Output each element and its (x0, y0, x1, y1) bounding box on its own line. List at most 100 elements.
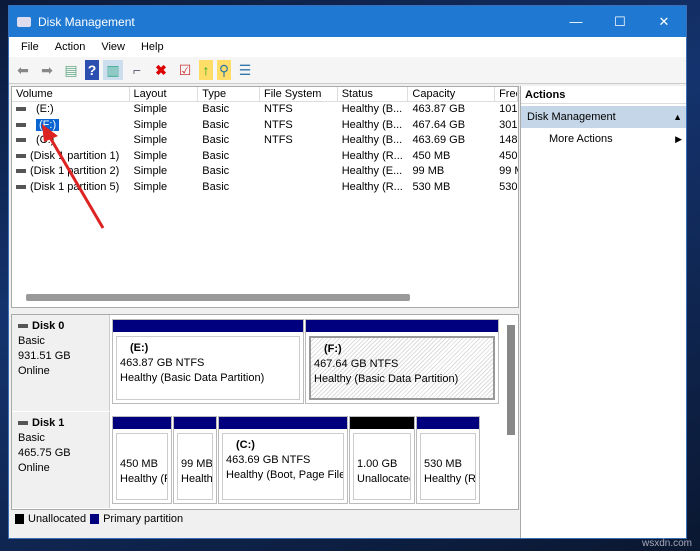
partition-block[interactable]: (F:) 467.64 GB NTFS Healthy (Basic Data Pa… (305, 319, 499, 404)
cell-file-system: NTFS (264, 103, 293, 115)
show-action-pane-icon[interactable]: ▥ (103, 60, 123, 80)
column-file-system[interactable]: File System (260, 87, 338, 101)
column-free[interactable]: Free (495, 87, 518, 101)
vertical-scrollbar[interactable] (507, 325, 515, 435)
actions-disk-management[interactable]: Disk Management ▲ (521, 106, 686, 128)
menu-bar: File Action View Help (9, 37, 686, 57)
column-layout[interactable]: Layout (130, 87, 199, 101)
partition-bar (113, 320, 303, 332)
table-row[interactable]: (Disk 1 partition 2) Simple Basic Healthy (… (12, 164, 518, 180)
disk-type: Basic (18, 335, 45, 347)
column-volume[interactable]: Volume (12, 87, 130, 101)
table-row[interactable]: (C:) Simple Basic NTFS Healthy (B... 463.69 G… (12, 133, 518, 149)
cell-capacity: 530 MB (412, 180, 451, 193)
partition-block[interactable]: (C:) 463.69 GB NTFS Healthy (Boot, Page Fi… (218, 416, 348, 504)
column-status[interactable]: Status (338, 87, 409, 101)
cell-volume: (Disk 1 partition 1) (12, 149, 130, 165)
column-capacity[interactable]: Capacity (408, 87, 496, 101)
more-actions[interactable]: More Actions ▶ (521, 128, 686, 150)
chevron-right-icon: ▶ (675, 134, 682, 144)
table-row[interactable]: (E:) Simple Basic NTFS Healthy (B... 463.87 G… (12, 102, 518, 118)
disk-1-label[interactable]: Disk 1 Basic 465.75 GB Online (12, 412, 110, 508)
volume-icon (16, 122, 26, 127)
cell-file-system: NTFS (264, 134, 293, 146)
cell-type: Basic (202, 180, 230, 193)
list-view-icon[interactable]: ☰ (235, 60, 255, 80)
volume-name: (E:) (36, 103, 54, 115)
cell-free: 99 M (499, 165, 518, 177)
disk-icon (18, 421, 28, 426)
partition-bar (306, 320, 498, 332)
partition-block[interactable]: 99 MB Health (173, 416, 217, 504)
minimize-button[interactable]: — (554, 6, 598, 37)
back-icon[interactable]: ⬅ (13, 60, 33, 80)
disk-size: 931.51 GB (18, 350, 71, 362)
volume-name: (F:) (36, 118, 60, 131)
disk-size: 465.75 GB (18, 447, 71, 459)
disk-management-icon (17, 16, 31, 27)
partition-block[interactable]: (E:) 463.87 GB NTFS Healthy (Basic Data Pa… (112, 319, 304, 404)
disk-map: Disk 0 Basic 931.51 GB Online Disk 1 Bas… (11, 314, 519, 510)
disk-0-label[interactable]: Disk 0 Basic 931.51 GB Online (12, 315, 110, 411)
more-actions-label: More Actions (549, 133, 613, 145)
cell-status: Healthy (B... (341, 103, 403, 115)
partition-bar (219, 417, 347, 429)
partition-label (357, 442, 407, 457)
partition-info: 530 MB Healthy (R (420, 433, 476, 500)
partition-bar (417, 417, 479, 429)
actions-title: Actions (521, 86, 686, 104)
properties-icon[interactable]: ☑ (175, 60, 195, 80)
partition-info: (F:) 467.64 GB NTFS Healthy (Basic Data Pa… (309, 336, 495, 400)
disk-status: Online (18, 365, 50, 377)
table-row[interactable]: (Disk 1 partition 1) Simple Basic Healthy (… (12, 149, 518, 165)
cell-file-system (260, 164, 338, 180)
menu-view[interactable]: View (93, 41, 133, 53)
horizontal-scrollbar[interactable] (26, 294, 410, 301)
partition-label (424, 442, 472, 457)
volume-name: (Disk 1 partition 5) (30, 180, 120, 193)
partition-size: 463.69 GB NTFS (226, 454, 311, 466)
partition-block[interactable]: 1.00 GB Unallocatec (349, 416, 415, 504)
partition-size: 99 MB (181, 458, 213, 470)
column-type[interactable]: Type (198, 87, 261, 101)
disk-name: Disk 1 (32, 417, 65, 429)
volume-icon (16, 107, 26, 112)
forward-icon[interactable]: ➡ (37, 60, 57, 80)
disk-icon (18, 324, 28, 329)
partition-block[interactable]: 450 MB Healthy (F (112, 416, 172, 504)
volume-icon (16, 153, 26, 158)
partition-info: (E:) 463.87 GB NTFS Healthy (Basic Data Pa… (116, 336, 300, 400)
maximize-button[interactable]: ☐ (598, 6, 642, 37)
cell-file-system (260, 149, 338, 165)
menu-action[interactable]: Action (47, 41, 94, 53)
primary-swatch (90, 513, 100, 524)
cell-volume: (F:) (12, 118, 130, 134)
help-icon[interactable]: ? (85, 60, 99, 80)
disk-management-window: Disk Management — ☐ ✕ File Action View H… (8, 5, 687, 539)
cell-volume: (E:) (12, 102, 130, 118)
table-row[interactable]: (F:) Simple Basic NTFS Healthy (B... 467.64 G… (12, 118, 518, 134)
menu-help[interactable]: Help (133, 41, 172, 53)
delete-icon[interactable]: ✖ (151, 60, 171, 80)
cell-type: Basic (202, 165, 230, 177)
cell-type: Basic (202, 118, 230, 131)
disk-type: Basic (18, 432, 45, 444)
partition-status: Unallocatec (357, 473, 411, 485)
collapse-icon[interactable]: ▲ (673, 106, 682, 128)
actions-pane: Actions Disk Management ▲ More Actions ▶ (520, 86, 686, 538)
show-hide-console-tree-icon[interactable]: ▤ (61, 60, 81, 80)
import-icon[interactable]: ↑ (199, 60, 213, 80)
volume-name: (C:) (36, 134, 55, 146)
partition-label (120, 442, 164, 457)
close-button[interactable]: ✕ (642, 6, 686, 37)
search-icon[interactable]: ⚲ (217, 60, 231, 80)
cell-layout: Simple (133, 165, 168, 177)
partition-block[interactable]: 530 MB Healthy (R (416, 416, 480, 504)
menu-file[interactable]: File (13, 41, 47, 53)
cell-capacity: 99 MB (412, 165, 445, 177)
connect-drive-icon[interactable]: ⌐ (127, 60, 147, 80)
cell-type: Basic (202, 149, 230, 162)
cell-file-system: NTFS (264, 118, 293, 131)
table-row[interactable]: (Disk 1 partition 5) Simple Basic Healthy (… (12, 180, 518, 196)
cell-volume: (Disk 1 partition 2) (12, 164, 130, 180)
